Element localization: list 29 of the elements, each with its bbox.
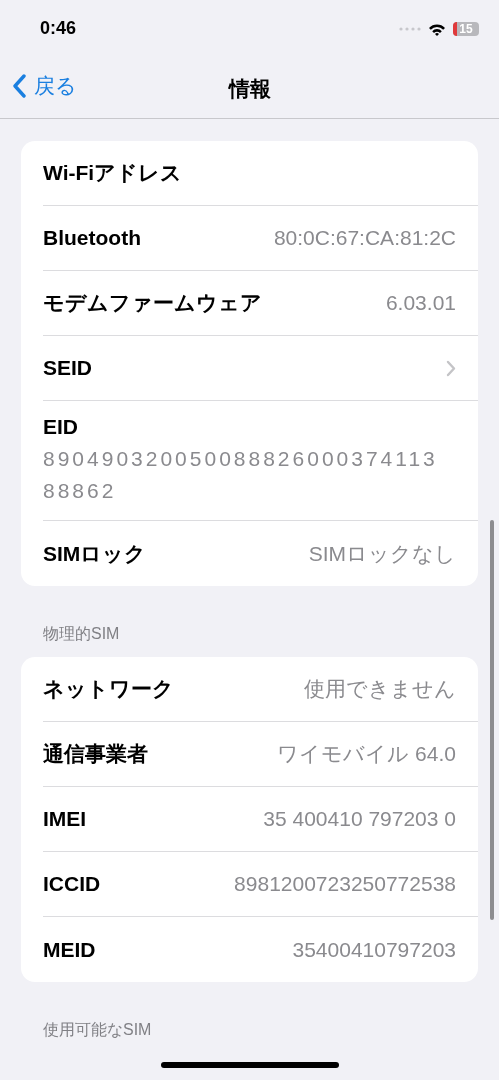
section-header: 使用可能なSIM <box>42 1020 153 1040</box>
row-value: 6.03.01 <box>385 291 456 315</box>
nav-title: 情報 <box>228 76 271 102</box>
signal-icon <box>399 27 421 31</box>
battery-icon: 15 <box>453 22 479 36</box>
row-value: 80:0C:67:CA:81:2C <box>273 226 456 250</box>
row-value: 35400410797203 <box>292 937 456 962</box>
row-value: 89049032005008882600037411388862 <box>43 446 439 504</box>
row-value: SIMロックなし <box>308 540 456 567</box>
row-value: 35 400410 797203 0 <box>263 807 456 831</box>
wifi-icon <box>428 22 446 36</box>
row-label: SIMロック <box>43 540 147 567</box>
row-value: 8981200723250772538 <box>234 872 456 896</box>
row-label: 通信事業者 <box>43 741 148 767</box>
row-label: MEID <box>43 937 96 962</box>
row-label: IMEI <box>43 807 87 831</box>
back-chevron-icon[interactable] <box>12 74 26 98</box>
row-label: ICCID <box>43 872 101 896</box>
row-label: モデムファームウェア <box>43 290 262 316</box>
row-label: EID <box>43 415 78 439</box>
row-value: 使用できません <box>304 676 456 702</box>
row-value: ワイモバイル 64.0 <box>277 741 456 767</box>
section-header: 物理的SIM <box>42 624 121 644</box>
row-label: SEID <box>43 356 92 380</box>
status-time: 0:46 <box>40 18 77 39</box>
row-label: Wi-Fiアドレス <box>43 160 183 186</box>
row-label: Bluetooth <box>43 226 141 250</box>
back-button[interactable]: 戻る <box>12 72 77 100</box>
row-label: ネットワーク <box>43 676 174 702</box>
